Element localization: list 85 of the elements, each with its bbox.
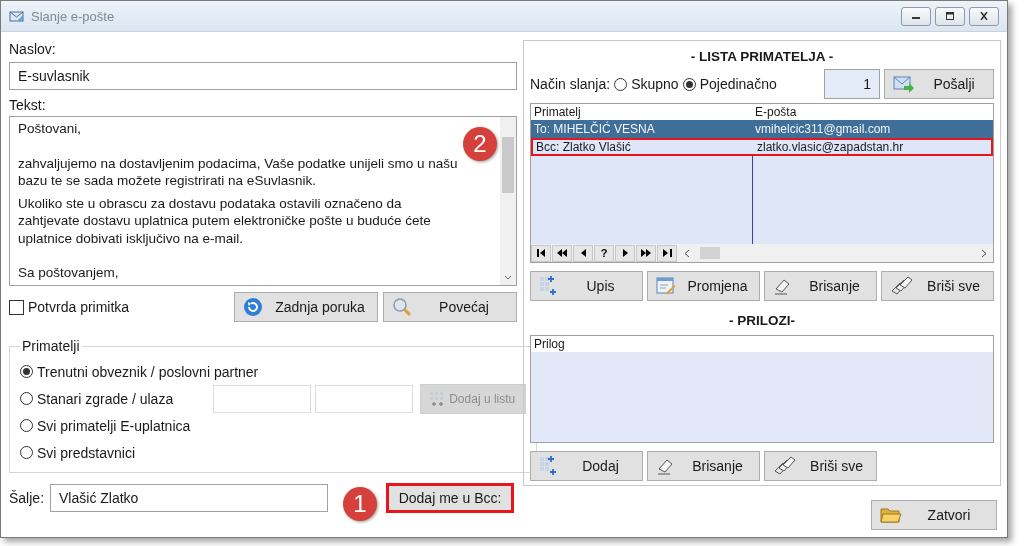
list-action-button[interactable]: Briši sve bbox=[881, 271, 994, 301]
grid-add-icon bbox=[539, 276, 559, 296]
callout-badge: 1 bbox=[343, 487, 377, 521]
message-paragraph: Poštovani, bbox=[18, 120, 83, 138]
scroll-thumb[interactable] bbox=[700, 247, 720, 259]
navigator-button[interactable] bbox=[636, 244, 656, 262]
read-receipt-label: Potvrda primitka bbox=[28, 299, 130, 315]
building-field[interactable] bbox=[213, 384, 312, 413]
first-icon bbox=[536, 249, 546, 257]
message-label: Tekst: bbox=[9, 96, 47, 114]
column-header: Primatelj bbox=[533, 104, 582, 120]
subject-field[interactable]: E-suvlasnik bbox=[9, 62, 517, 90]
window-title: Slanje e-pošte bbox=[31, 8, 115, 24]
next-icon bbox=[622, 249, 628, 257]
list-action-button[interactable]: Brisanje bbox=[764, 271, 877, 301]
navigator-button[interactable] bbox=[615, 244, 635, 262]
erasers-icon bbox=[890, 276, 914, 296]
message-button[interactable]: Povećaj bbox=[383, 292, 517, 322]
attachment-action-button[interactable]: Briši sve bbox=[764, 451, 877, 481]
mode-label: Pojedinačno bbox=[699, 76, 777, 92]
send-mode-label: Način slanja: bbox=[530, 76, 611, 92]
sender-label: Šalje: bbox=[9, 489, 45, 507]
message-paragraph: Ukoliko ste u obrascu za dostavu podataka ostavili označeno da zahtjevate dostavu uplatnica putem elektroničke pošte u buduće ćete uplatnice dobivati isključivo na e-mail. bbox=[18, 194, 432, 247]
navigator-button[interactable] bbox=[657, 244, 677, 262]
last-icon bbox=[662, 249, 672, 257]
callout-badge: 2 bbox=[463, 127, 497, 161]
refresh-icon bbox=[243, 297, 263, 317]
vertical-scrollbar[interactable] bbox=[500, 117, 516, 285]
close-dialog-button[interactable]: Zatvori bbox=[871, 500, 997, 530]
recipient-row[interactable]: To: MIHELČIĆ VESNA vmihelcic311@gmail.com bbox=[531, 120, 993, 138]
column-header: Prilog bbox=[533, 336, 566, 352]
magnifier-icon bbox=[392, 297, 412, 317]
radio-button[interactable] bbox=[20, 419, 33, 432]
recipient-row[interactable]: Bcc: Zlatko Vlašić zlatko.vlasic@zapadstan.hr bbox=[531, 138, 993, 156]
scroll-left-icon[interactable] bbox=[684, 248, 690, 258]
message-paragraph: Sa poštovanjem, bbox=[18, 264, 120, 282]
previous-icon bbox=[580, 249, 586, 257]
add-bcc-button[interactable]: Dodaj me u Bcc: bbox=[386, 483, 515, 513]
send-mail-icon bbox=[893, 75, 915, 93]
grid-add-icon bbox=[539, 456, 559, 476]
option-label: Stanari zgrade / ulaza bbox=[37, 390, 174, 407]
list-action-button[interactable]: Upis bbox=[530, 271, 643, 301]
entrance-field[interactable] bbox=[315, 384, 414, 413]
scroll-thumb[interactable] bbox=[502, 137, 514, 193]
grid-add-icon bbox=[429, 390, 446, 407]
radio-button[interactable] bbox=[20, 365, 33, 378]
column-header: E-pošta bbox=[754, 104, 798, 120]
edit-form-icon bbox=[656, 276, 676, 296]
envelope-icon bbox=[9, 8, 25, 24]
scroll-right-icon[interactable] bbox=[981, 248, 987, 258]
rewind-icon bbox=[557, 249, 567, 257]
option-label: Svi primatelji E-uplatnica bbox=[37, 417, 191, 434]
radio-button[interactable] bbox=[20, 392, 33, 405]
navigator-button[interactable] bbox=[531, 244, 551, 262]
scroll-down-icon[interactable] bbox=[504, 275, 512, 281]
folder-icon bbox=[880, 506, 902, 524]
erasers-icon bbox=[773, 456, 797, 476]
mode-label: Skupno bbox=[631, 76, 679, 92]
close-icon bbox=[979, 12, 989, 20]
attachment-action-button[interactable]: Dodaj bbox=[530, 451, 643, 481]
section-title: - PRILOZI- bbox=[729, 312, 795, 330]
fast-forward-icon bbox=[641, 249, 651, 257]
navigator-button[interactable] bbox=[552, 244, 572, 262]
group-title: Primatelji bbox=[21, 338, 81, 354]
radio-button[interactable] bbox=[682, 77, 696, 91]
list-action-button[interactable]: Promjena bbox=[647, 271, 760, 301]
option-label: Trenutni obveznik / poslovni partner bbox=[37, 363, 259, 380]
navigator-button[interactable] bbox=[573, 244, 593, 262]
attachment-action-button[interactable]: Brisanje bbox=[647, 451, 760, 481]
navigator-button[interactable]: ? bbox=[594, 244, 614, 262]
subject-label: Naslov: bbox=[9, 40, 57, 58]
radio-button[interactable] bbox=[20, 446, 33, 459]
maximize-button[interactable] bbox=[935, 6, 965, 26]
close-button[interactable] bbox=[969, 6, 999, 26]
sender-field[interactable]: Vlašić Zlatko bbox=[50, 484, 329, 512]
count-field[interactable]: 1 bbox=[824, 69, 880, 99]
minimize-button[interactable] bbox=[901, 6, 931, 26]
message-button[interactable]: Zadnja poruka bbox=[234, 292, 378, 322]
message-paragraph: zahvaljujemo na dostavljenim podacima, Vaše podatke unijeli smo u našu bazu te se sada možete registrirati na eSuvlasnik. bbox=[18, 154, 459, 190]
radio-button[interactable] bbox=[614, 77, 628, 91]
read-receipt-checkbox[interactable] bbox=[9, 299, 24, 315]
option-label: Svi predstavnici bbox=[37, 444, 136, 461]
section-title: - LISTA PRIMATELJA - bbox=[690, 48, 834, 66]
send-button[interactable]: Pošalji bbox=[884, 69, 994, 99]
maximize-icon bbox=[945, 12, 955, 20]
